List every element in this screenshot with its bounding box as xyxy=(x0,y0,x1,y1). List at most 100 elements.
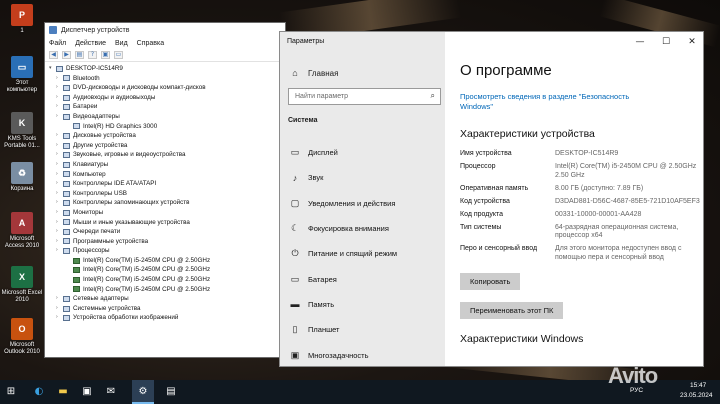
expand-icon[interactable]: › xyxy=(56,208,63,218)
expand-icon[interactable]: › xyxy=(56,227,63,237)
help-icon[interactable]: ? xyxy=(88,51,97,59)
tree-category[interactable]: › DVD-дисководы и дисководы компакт-диско… xyxy=(49,83,285,93)
nav-item-notifications[interactable]: ▢ Уведомления и действия xyxy=(288,191,443,216)
expand-icon[interactable]: › xyxy=(56,189,63,199)
taskbar-store[interactable]: ▣ xyxy=(76,380,98,404)
scan-icon[interactable]: ▣ xyxy=(101,51,110,59)
copy-button[interactable]: Копировать xyxy=(460,272,521,290)
tree-category[interactable]: › Компьютер xyxy=(49,170,285,180)
tree-category[interactable]: › Bluetooth xyxy=(49,74,285,84)
expand-icon[interactable]: › xyxy=(56,83,63,93)
taskbar-device-manager[interactable]: ▤ xyxy=(160,380,182,404)
expand-icon[interactable]: › xyxy=(56,179,63,189)
spec-row: Перо и сенсорный ввод Для этого монитора … xyxy=(460,245,700,262)
menu-help[interactable]: Справка xyxy=(137,40,164,47)
tree-device[interactable]: Intel(R) Core(TM) i5-2450M CPU @ 2.50GHz xyxy=(49,285,285,295)
expand-icon[interactable]: › xyxy=(56,218,63,228)
tree-device[interactable]: Intel(R) HD Graphics 3000 xyxy=(49,122,285,132)
tree-category[interactable]: › Контроллеры USB xyxy=(49,189,285,199)
tree-device[interactable]: Intel(R) Core(TM) i5-2450M CPU @ 2.50GHz xyxy=(49,275,285,285)
desktop-icon-excel[interactable]: X Microsoft Excel 2010 xyxy=(0,266,44,304)
nav-item-storage[interactable]: ▬ Память xyxy=(288,292,443,317)
collapse-icon[interactable]: ▾ xyxy=(49,64,56,74)
nav-item-multitasking[interactable]: ▣ Многозадачность xyxy=(288,342,443,367)
nav-home[interactable]: ⌂ Главная xyxy=(288,68,338,78)
desktop-icon-computer[interactable]: ▭ Этот компьютер xyxy=(0,56,44,94)
expand-icon[interactable]: › xyxy=(56,313,63,323)
tree-category[interactable]: › Мониторы xyxy=(49,208,285,218)
tree-category[interactable]: › Аудиовходы и аудиовыходы xyxy=(49,93,285,103)
security-link[interactable]: Просмотреть сведения в разделе "Безопасн… xyxy=(460,92,660,112)
expand-icon[interactable]: › xyxy=(56,74,63,84)
minimize-button[interactable]: — xyxy=(627,32,653,52)
tree-category[interactable]: › Видеоадаптеры xyxy=(49,112,285,122)
tree-category[interactable]: › Контроллеры IDE ATA/ATAPI xyxy=(49,179,285,189)
tree-category[interactable]: › Клавиатуры xyxy=(49,160,285,170)
expand-icon[interactable]: › xyxy=(56,141,63,151)
search-input[interactable]: Найти параметр ⌕ xyxy=(288,88,441,105)
expand-icon[interactable]: › xyxy=(56,102,63,112)
desktop-icon-outlook[interactable]: O Microsoft Outlook 2010 xyxy=(0,318,44,356)
nav-item-display[interactable]: ▭ Дисплей xyxy=(288,140,443,165)
tree-category[interactable]: › Программные устройства xyxy=(49,237,285,247)
tray-date[interactable]: 23.05.2024 xyxy=(680,392,713,399)
nav-item-power[interactable]: ⏻ Питание и спящий режим xyxy=(288,241,443,266)
properties-icon[interactable]: ▤ xyxy=(75,51,84,59)
nav-item-tablet[interactable]: ▯ Планшет xyxy=(288,317,443,342)
tree-category[interactable]: › Устройства обработки изображений xyxy=(49,313,285,323)
tree-category[interactable]: › Процессоры xyxy=(49,246,285,256)
tray-time[interactable]: 15:47 xyxy=(690,382,706,389)
tree-category[interactable]: › Сетевые адаптеры xyxy=(49,294,285,304)
nav-item-battery[interactable]: ▭ Батарея xyxy=(288,266,443,291)
tree-root[interactable]: ▾ DESKTOP-IC514R9 xyxy=(49,64,285,74)
about-panel: О программе Просмотреть сведения в разде… xyxy=(460,62,700,345)
taskbar-edge[interactable]: ◐ xyxy=(28,380,50,404)
taskbar-settings[interactable]: ⚙ xyxy=(132,380,154,404)
display-icon: ▭ xyxy=(290,147,300,158)
desktop-icon-access[interactable]: A Microsoft Access 2010 xyxy=(0,212,44,250)
expand-icon[interactable]: › xyxy=(56,150,63,160)
start-button[interactable]: ⊞ xyxy=(0,380,22,404)
maximize-button[interactable]: ☐ xyxy=(653,32,679,52)
menu-file[interactable]: Файл xyxy=(49,40,66,47)
tree-category[interactable]: › Батареи xyxy=(49,102,285,112)
window-title: Диспетчер устройств xyxy=(61,26,130,34)
tree-device[interactable]: Intel(R) Core(TM) i5-2450M CPU @ 2.50GHz xyxy=(49,265,285,275)
tree-category[interactable]: › Мыши и иные указывающие устройства xyxy=(49,218,285,228)
expand-icon[interactable]: › xyxy=(56,160,63,170)
tree-category[interactable]: › Очереди печати xyxy=(49,227,285,237)
tree-category[interactable]: › Другие устройства xyxy=(49,141,285,151)
tree-category[interactable]: › Системные устройства xyxy=(49,304,285,314)
expand-icon[interactable]: › xyxy=(56,170,63,180)
forward-icon[interactable]: ▶ xyxy=(62,51,71,59)
tree-category[interactable]: › Дисковые устройства xyxy=(49,131,285,141)
taskbar-explorer[interactable]: ▬ xyxy=(52,380,74,404)
tree-item-label: Другие устройства xyxy=(73,141,128,149)
expand-icon[interactable]: › xyxy=(56,131,63,141)
menu-view[interactable]: Вид xyxy=(115,40,128,47)
monitor-icon[interactable]: ▭ xyxy=(114,51,123,59)
back-icon[interactable]: ◀ xyxy=(49,51,58,59)
expand-icon[interactable]: › xyxy=(56,304,63,314)
tree-category[interactable]: › Контроллеры запоминающих устройств xyxy=(49,198,285,208)
tree-item-label: Клавиатуры xyxy=(73,160,109,168)
expand-icon[interactable]: › xyxy=(56,294,63,304)
expand-icon[interactable]: › xyxy=(56,93,63,103)
desktop-icon-recycle-bin[interactable]: ♻ Корзина xyxy=(0,162,44,193)
expand-icon[interactable]: › xyxy=(56,246,63,256)
close-button[interactable]: ✕ xyxy=(679,32,705,52)
nav-item-sound[interactable]: ♪ Звук xyxy=(288,165,443,190)
expand-icon[interactable]: › xyxy=(56,112,63,122)
tree-category[interactable]: › Звуковые, игровые и видеоустройства xyxy=(49,150,285,160)
nav-home-label: Главная xyxy=(308,68,339,78)
desktop-icon-kms-tools[interactable]: K KMS Tools Portable 01... xyxy=(0,112,44,150)
tree-device[interactable]: Intel(R) Core(TM) i5-2450M CPU @ 2.50GHz xyxy=(49,256,285,266)
desktop-icon-1[interactable]: P 1 xyxy=(0,4,44,35)
expand-icon[interactable]: › xyxy=(56,198,63,208)
rename-pc-button[interactable]: Переименовать этот ПК xyxy=(460,301,564,319)
expand-icon[interactable]: › xyxy=(56,237,63,247)
nav-item-focus-assist[interactable]: ☾ Фокусировка внимания xyxy=(288,216,443,241)
taskbar-mail[interactable]: ✉ xyxy=(100,380,122,404)
tree-item-label: Intel(R) Core(TM) i5-2450M CPU @ 2.50GHz xyxy=(83,256,211,264)
menu-action[interactable]: Действие xyxy=(75,40,106,47)
